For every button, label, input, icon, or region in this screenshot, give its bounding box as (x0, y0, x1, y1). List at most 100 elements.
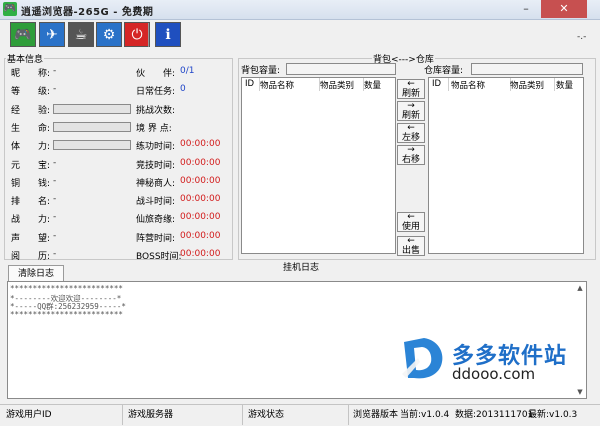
info-label: 声 望: (11, 233, 51, 244)
watermark-logo-icon (402, 338, 443, 379)
info-value: 0 (180, 84, 186, 95)
info-value: - (53, 175, 57, 186)
info-label: 竞技时间: (136, 160, 176, 171)
status-current-version: 当前:v1.0.4 (400, 410, 450, 420)
info-progress-bar (53, 121, 131, 132)
move-button-label: 出售 (401, 246, 420, 256)
info-value: 00:00:00 (180, 175, 221, 186)
status-latest-version: 最新:v1.0.3 (528, 410, 578, 420)
move-button-1[interactable]: → 刷新 (397, 101, 425, 121)
info-label: 元 宝: (11, 160, 51, 171)
close-button[interactable]: ✕ (541, 0, 587, 18)
warehouse-column-header[interactable]: ID (432, 79, 441, 89)
move-button-label: 使用 (401, 222, 420, 232)
gamepad-button[interactable]: 🎮 (10, 22, 36, 47)
scroll-down-icon[interactable]: ▼ (574, 386, 586, 398)
info-value: - (53, 230, 57, 241)
arrow-left-icon: ← (407, 79, 415, 89)
status-separator (122, 404, 123, 425)
move-button-0[interactable]: ← 刷新 (397, 79, 425, 99)
settings-button[interactable]: ⚙ (96, 22, 122, 47)
info-label: 挑战次数: (136, 105, 176, 116)
move-button-label: 右移 (401, 155, 420, 165)
info-label: 战 力: (11, 215, 51, 226)
status-separator (348, 404, 349, 425)
window-title: 逍遥浏览器-265G - 免费期 (21, 7, 154, 18)
status-user-id: 游戏用户ID (6, 410, 52, 420)
info-label: 阵营时间: (136, 233, 176, 244)
bag-column-header[interactable]: 物品名称 (260, 79, 294, 91)
info-label: 伙 伴: (136, 69, 176, 79)
warehouse-item-list[interactable] (428, 77, 584, 254)
info-value: 00:00:00 (180, 230, 221, 241)
arrow-right-icon: → (407, 101, 415, 111)
move-button-label: 刷新 (401, 111, 420, 121)
warehouse-capacity-field (471, 63, 583, 75)
info-value: - (53, 212, 57, 223)
info-label: 战斗时间: (136, 197, 176, 208)
info-value: 00:00:00 (180, 249, 221, 259)
bag-column-header[interactable]: 物品类别 (320, 79, 354, 91)
about-button[interactable]: ℹ (155, 22, 181, 47)
info-label: 体 力: (11, 142, 51, 153)
cup-button[interactable]: ☕ (68, 22, 94, 47)
arrow-right-icon: → (407, 145, 415, 155)
minimize-button[interactable]: – (513, 0, 539, 18)
plane-button[interactable]: ✈ (39, 22, 65, 47)
status-browser-version: 浏览器版本 (353, 410, 399, 420)
info-label: 练功时间: (136, 142, 176, 153)
info-label: 仙旅奇缘: (136, 215, 176, 226)
toolbar-marker: -.- (577, 32, 587, 42)
gamepad-icon: 🎮 (14, 26, 32, 43)
info-progress-bar (53, 140, 131, 151)
move-button-3[interactable]: → 右移 (397, 145, 425, 165)
info-value: 00:00:00 (180, 157, 221, 168)
airplane-icon: ✈ (46, 26, 58, 43)
warehouse-column-header[interactable]: 数量 (556, 79, 573, 91)
log-line: ************************* (10, 309, 123, 319)
info-value: - (53, 84, 57, 95)
bag-item-list[interactable] (241, 77, 396, 254)
warehouse-capacity-label: 仓库容量: (424, 66, 464, 76)
app-gamepad-icon: 🎮 (3, 2, 17, 16)
info-label: 神秘商人: (136, 178, 176, 189)
info-value: 00:00:00 (180, 194, 221, 205)
info-label: 阅 历: (11, 252, 51, 262)
bag-column-header[interactable]: 数量 (364, 79, 381, 91)
watermark-domain: ddooo.com (452, 365, 536, 383)
bag-column-header[interactable]: ID (245, 79, 254, 89)
power-icon: ⏻ (131, 26, 143, 43)
info-icon: ℹ (165, 26, 171, 43)
window-gear-icon: ⚙ (102, 26, 116, 43)
arrow-left-icon: ← (407, 236, 415, 246)
move-button-2[interactable]: ← 左移 (397, 123, 425, 143)
scroll-up-icon[interactable]: ▲ (574, 282, 586, 294)
info-value: - (53, 194, 57, 205)
info-label: 排 名: (11, 197, 51, 208)
status-server: 游戏服务器 (128, 410, 174, 420)
info-label: 境 界 点: (136, 123, 172, 134)
bag-capacity-label: 背包容量: (241, 66, 281, 76)
info-label: 铜 钱: (11, 178, 51, 189)
warehouse-column-header[interactable]: 物品类别 (510, 79, 544, 91)
warehouse-column-header[interactable]: 物品名称 (451, 79, 485, 91)
basic-info-title: 基本信息 (6, 52, 45, 65)
info-label: 等 级: (11, 87, 51, 98)
move-button-4[interactable]: ← 使用 (397, 212, 425, 232)
info-label: 日常任务: (136, 87, 176, 98)
status-data-version: 数据:2013111701 (455, 410, 534, 420)
info-value: 00:00:00 (180, 139, 221, 150)
arrow-left-icon: ← (407, 212, 415, 222)
info-value: 00:00:00 (180, 212, 221, 223)
clear-log-tab[interactable]: 清除日志 (8, 265, 64, 281)
move-button-5[interactable]: ← 出售 (397, 236, 425, 256)
toolbar-separator (148, 23, 149, 47)
move-button-label: 刷新 (401, 89, 420, 99)
info-value: - (53, 157, 57, 168)
log-section-title: 挂机日志 (283, 263, 320, 273)
bag-capacity-field (286, 63, 396, 75)
arrow-left-icon: ← (407, 123, 415, 133)
info-value: 0/1 (180, 66, 195, 76)
info-label: 昵 称: (11, 69, 51, 79)
power-button[interactable]: ⏻ (124, 22, 150, 47)
